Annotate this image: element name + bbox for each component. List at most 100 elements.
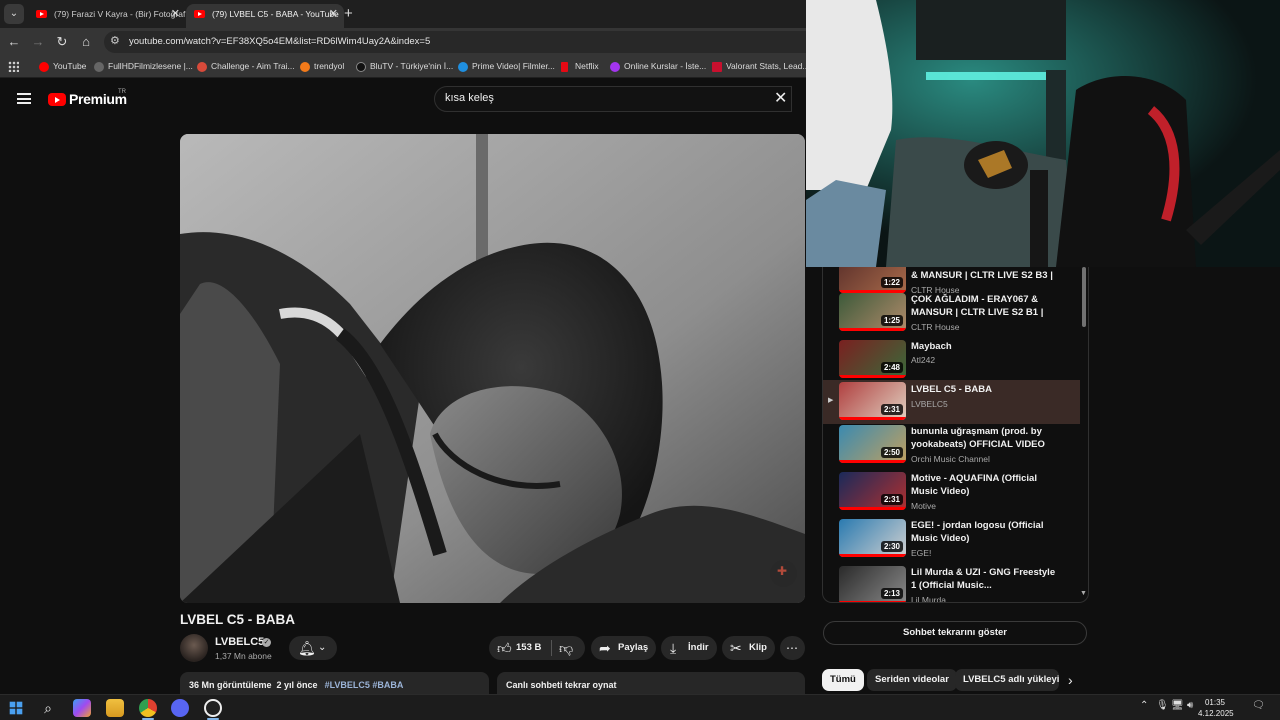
playlist-thumbnail: 2:50 [839,425,906,463]
bookmark-item[interactable]: BluTV - Türkiye'nin İ... [356,60,453,73]
playlist-scrollbar[interactable] [1082,267,1086,327]
clear-search-icon[interactable]: ✕ [774,91,787,107]
home-icon[interactable]: ⌂ [77,33,95,51]
playlist-item-current[interactable]: ▶ 2:31 LVBEL C5 - BABA LVBELC5 [823,380,1080,424]
new-tab-button[interactable]: + [344,4,353,24]
search-box[interactable] [434,86,792,112]
watched-progress-bar [839,328,906,331]
chrome-icon[interactable] [139,699,157,717]
playlist-item[interactable]: 2:50 bununla uğraşmam (prod. by yookabea… [823,423,1080,467]
subscriber-count: 1,37 Mn abone [215,651,272,661]
playlist-item[interactable]: 2:13 Lil Murda & UZI - GNG Freestyle 1 (… [823,564,1080,603]
tab-title: (79) Farazi V Kayra - (Bir) Fotoğraf [54,9,186,19]
volume-icon[interactable]: 🔊︎ [1187,700,1193,711]
forward-arrow-icon[interactable]: → [29,33,47,51]
video-duration: 2:30 [880,541,903,552]
discord-icon[interactable] [171,699,189,717]
bookmark-item[interactable]: Challenge - Aim Trai... [197,60,295,73]
like-count[interactable]: 153 B [516,636,541,660]
bookmark-item[interactable]: FullHDFilmizlesene |... [94,60,193,73]
more-dots-icon: ⋯ [786,641,798,655]
playlist-item[interactable]: 2:31 Motive - AQUAFINA (Official Music V… [823,470,1080,514]
more-actions-button[interactable]: ⋯ [780,636,805,660]
playlist-item-channel: Lil Murda [911,595,946,603]
like-icon[interactable]: 👍︎ [497,636,512,660]
video-duration: 1:25 [880,315,903,326]
clock-date: 4.12.2025 [1198,709,1234,718]
close-tab-icon[interactable]: ✕ [171,4,180,24]
download-label: İndir [688,642,709,653]
search-icon[interactable]: ⌕ [39,699,57,717]
playlist-item[interactable]: 2:30 EGE! - jordan logosu (Official Musi… [823,517,1080,561]
apps-grid-icon[interactable] [8,61,19,72]
bookmark-item[interactable]: YouTube [39,60,86,73]
site-info-icon[interactable]: ⚙ [110,34,120,47]
copilot-icon[interactable] [73,699,91,717]
address-bar[interactable]: ⚙ youtube.com/watch?v=EF38XQ5o4EM&list=R… [104,31,806,53]
video-duration: 2:13 [880,588,903,599]
file-explorer-icon[interactable] [106,699,124,717]
bookmark-item[interactable]: Prime Video| Filmler... [458,60,555,73]
clock-time: 01:35 [1204,698,1226,707]
system-clock[interactable]: 01:35 4.12.2025 [1198,697,1234,719]
upload-age: 2 yıl önce [276,680,318,690]
watched-progress-bar [839,417,906,420]
playlist-item[interactable]: 1:25 ÇOK AĞLADIM - ERAY067 & MANSUR | CL… [823,291,1080,335]
menu-hamburger-icon[interactable] [17,93,31,104]
playlist-thumbnail: 2:31 [839,472,906,510]
playlist-item[interactable]: 2:48 Maybach Atl242 [823,338,1080,382]
start-windows-icon[interactable] [9,701,23,715]
youtube-favicon-icon [194,10,205,18]
playlist-panel: 1:22 & MANSUR | CLTR LIVE S2 B3 | CLTR H… [822,267,1089,603]
playlist-item-title: Motive - AQUAFINA (Official Music Video) [911,473,1037,497]
tab-search-button[interactable]: ⌄ [4,4,24,24]
channel-watermark-icon[interactable] [770,560,797,587]
url-text[interactable]: youtube.com/watch?v=EF38XQ5o4EM&list=RD6… [129,36,430,47]
chip-all[interactable]: Tümü [822,669,864,691]
reload-icon[interactable]: ↻ [53,33,71,51]
watched-progress-bar [839,554,906,557]
notification-bell-button[interactable]: 🔔︎ ⌄ [289,636,337,660]
share-arrow-icon: ➦ [599,640,611,656]
clip-button[interactable]: ✂ Klip [722,636,775,660]
chip-uploader[interactable]: LVBELC5 adlı yükleyici [955,669,1059,691]
chevron-right-icon[interactable]: › [1068,672,1073,688]
bookmarks-bar: YouTube FullHDFilmizlesene |... Challeng… [0,56,809,78]
watched-progress-bar [839,601,906,602]
show-chat-replay-button[interactable]: Sohbet tekrarını göster [823,621,1087,645]
dislike-icon[interactable]: 👎︎ [559,636,573,660]
youtube-logo-icon[interactable] [48,93,66,106]
playlist-thumbnail: 2:30 [839,519,906,557]
hashtags[interactable]: #LVBELC5 #BABA [325,680,404,690]
playlist-item-title: Maybach [911,341,952,352]
close-tab-icon[interactable]: ✕ [329,4,338,24]
video-duration: 2:31 [880,404,903,415]
scroll-down-arrow-icon[interactable]: ▼ [1080,590,1087,597]
browser-tab[interactable]: (79) Farazi V Kayra - (Bir) Fotoğraf ✕ [28,4,186,28]
network-icon[interactable]: 🖥︎ [1171,700,1184,711]
share-button[interactable]: ➦ Paylaş [591,636,656,660]
microphone-icon[interactable]: 🎙︎ [1156,700,1169,711]
bookmark-item[interactable]: trendyol [300,60,344,73]
notifications-icon[interactable]: 🗨︎ [1252,700,1265,711]
playlist-thumbnail: 1:22 [839,267,906,293]
chip-series-videos[interactable]: Seriden videolar [867,669,957,691]
bookmark-item[interactable]: Online Kurslar - İste... [610,60,706,73]
obs-icon[interactable] [204,699,222,717]
channel-avatar[interactable] [180,634,208,662]
search-input[interactable] [445,92,745,104]
back-arrow-icon[interactable]: ← [5,33,23,51]
download-icon: ⤓ [670,640,677,656]
channel-name[interactable]: LVBELC5 [215,636,264,648]
bookmark-favicon-icon [458,62,468,72]
bookmark-favicon-icon [39,62,49,72]
browser-tab-active[interactable]: (79) LVBEL C5 - BABA - YouTube ✕ [186,4,344,28]
playlist-item-title: bununla uğraşmam (prod. by yookabeats) O… [911,426,1045,450]
download-button[interactable]: ⤓ İndir [661,636,717,660]
bookmark-favicon-icon [356,62,366,72]
like-dislike-group: 👍︎ 153 B 👎︎ [489,636,585,660]
video-player[interactable] [180,134,805,603]
bookmark-item[interactable]: Valorant Stats, Lead... [712,60,809,73]
bookmark-item[interactable]: Netflix [561,60,599,73]
tray-expand-icon[interactable]: ⌃ [1140,700,1148,711]
